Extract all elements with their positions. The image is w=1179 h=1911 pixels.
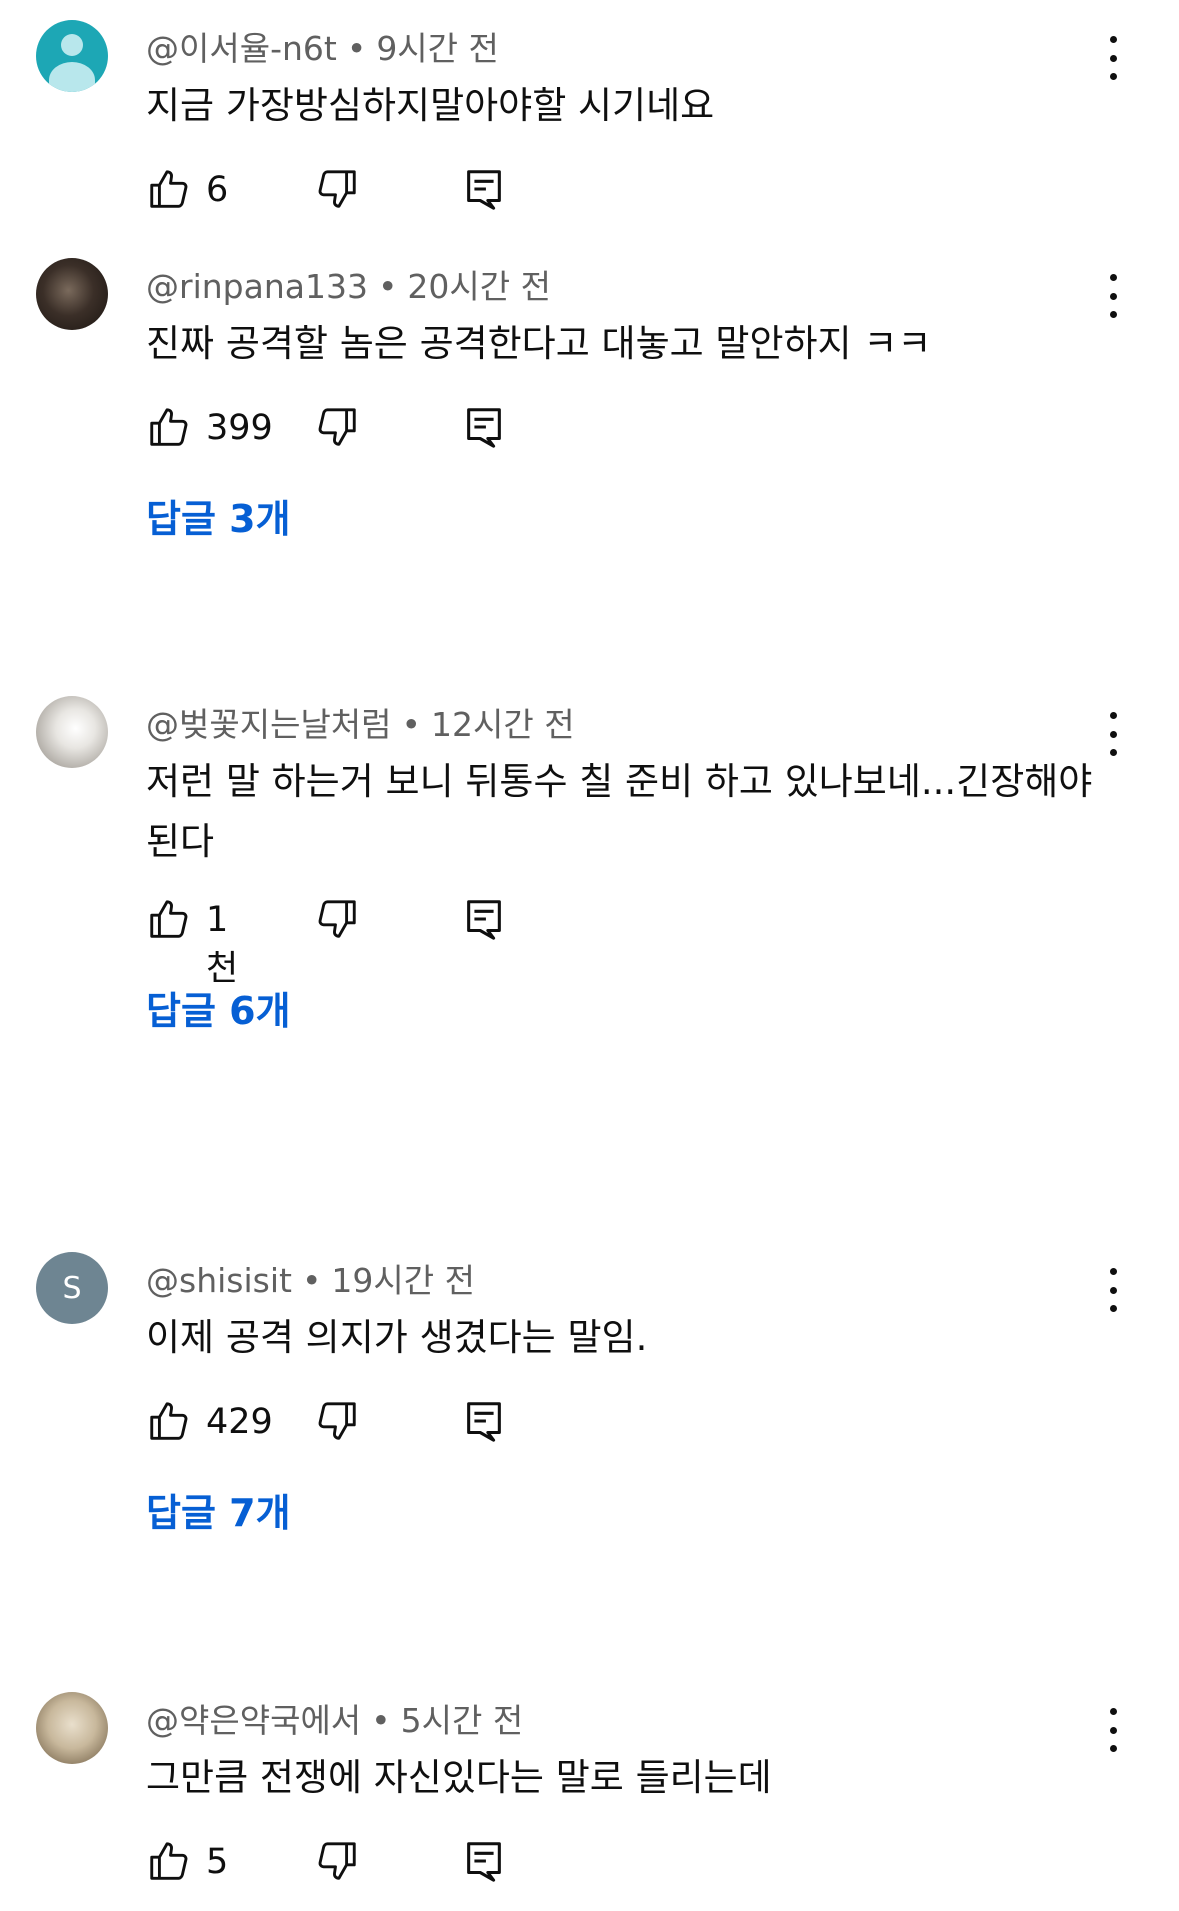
thumbs-down-icon[interactable]	[314, 404, 360, 450]
comment-time[interactable]: 19시간 전	[331, 1261, 475, 1300]
comment-meta: @이서율-n6t • 9시간 전	[146, 29, 499, 68]
thumbs-down-icon[interactable]	[314, 1838, 360, 1884]
reply-icon[interactable]	[464, 1398, 504, 1444]
comment-text: 저런 말 하는거 보니 뒤통수 칠 준비 하고 있나보네...긴장해야된다	[146, 760, 1093, 863]
comment-author[interactable]: @이서율-n6t	[146, 29, 337, 68]
more-vert-icon[interactable]	[1098, 36, 1128, 80]
view-replies-button[interactable]: 답글 3개	[146, 488, 291, 543]
more-vert-icon[interactable]	[1098, 1708, 1128, 1752]
thumbs-down-icon[interactable]	[314, 896, 360, 942]
comment-author[interactable]: @shisisit	[146, 1261, 292, 1300]
comment-text: 지금 가장방심하지말아야할 시기네요	[146, 84, 715, 127]
view-replies-button[interactable]: 답글 7개	[146, 1482, 291, 1537]
reply-icon[interactable]	[464, 896, 504, 942]
comment-meta: @약은약국에서 • 5시간 전	[146, 1701, 524, 1740]
thumbs-up-icon[interactable]	[146, 166, 192, 212]
comment-author[interactable]: @벚꽃지는날처럼	[146, 705, 392, 744]
comment-time[interactable]: 20시간 전	[407, 267, 551, 306]
comment-author[interactable]: @rinpana133	[146, 267, 368, 306]
default-user-icon	[61, 34, 83, 56]
comment-meta: @rinpana133 • 20시간 전	[146, 267, 551, 306]
thumbs-down-icon[interactable]	[314, 166, 360, 212]
like-count: 429	[206, 1402, 273, 1442]
reply-icon[interactable]	[464, 166, 504, 212]
comment-time[interactable]: 12시간 전	[431, 705, 575, 744]
avatar[interactable]	[36, 258, 108, 330]
comment-meta: @벚꽃지는날처럼 • 12시간 전	[146, 705, 575, 744]
avatar-letter: S	[62, 1270, 82, 1306]
comment-text: 그만큼 전쟁에 자신있다는 말로 들리는데	[146, 1756, 772, 1799]
like-count: 6	[206, 170, 229, 210]
thumbs-up-icon[interactable]	[146, 404, 192, 450]
reply-icon[interactable]	[464, 1838, 504, 1884]
like-count: 399	[206, 408, 273, 448]
more-vert-icon[interactable]	[1098, 712, 1128, 756]
more-vert-icon[interactable]	[1098, 274, 1128, 318]
thumbs-down-icon[interactable]	[314, 1398, 360, 1444]
view-replies-button[interactable]: 답글 6개	[146, 980, 291, 1035]
comment-time[interactable]: 5시간 전	[401, 1701, 524, 1740]
thumbs-up-icon[interactable]	[146, 1398, 192, 1444]
avatar[interactable]: S	[36, 1252, 108, 1324]
like-count: 5	[206, 1842, 229, 1882]
comment-time[interactable]: 9시간 전	[376, 29, 499, 68]
reply-icon[interactable]	[464, 404, 504, 450]
avatar[interactable]	[36, 20, 108, 92]
comment-text: 진짜 공격할 놈은 공격한다고 대놓고 말안하지 ㅋㅋ	[146, 322, 932, 365]
comment-meta: @shisisit • 19시간 전	[146, 1261, 475, 1300]
comment-author[interactable]: @약은약국에서	[146, 1701, 361, 1740]
comment-text: 이제 공격 의지가 생겼다는 말임.	[146, 1316, 648, 1359]
avatar[interactable]	[36, 696, 108, 768]
thumbs-up-icon[interactable]	[146, 1838, 192, 1884]
avatar[interactable]	[36, 1692, 108, 1764]
thumbs-up-icon[interactable]	[146, 896, 192, 942]
like-count: 1천	[206, 900, 239, 989]
more-vert-icon[interactable]	[1098, 1268, 1128, 1312]
